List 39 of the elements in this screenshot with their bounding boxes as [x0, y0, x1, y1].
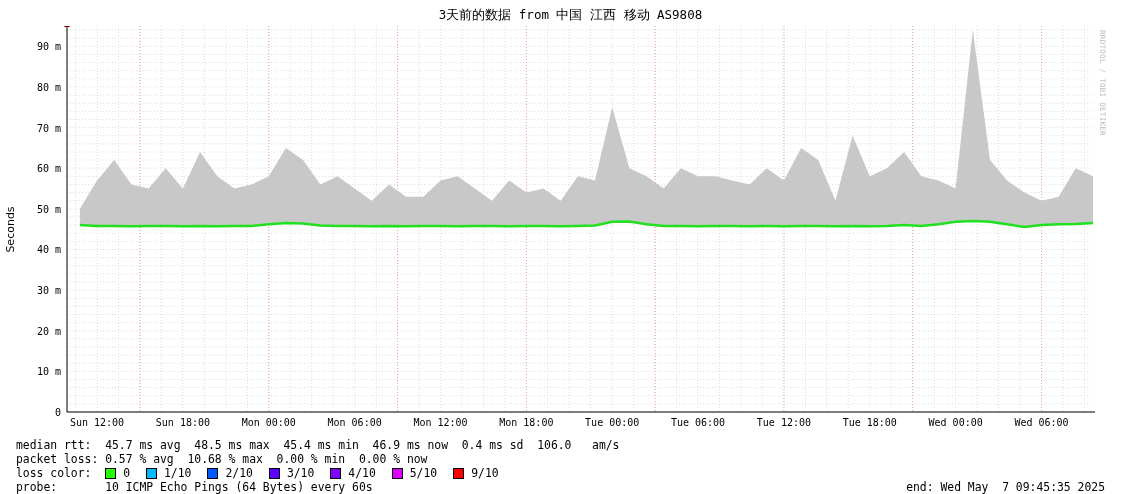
chart-title: 3天前的数据 from 中国 江西 移动 AS9808	[438, 6, 703, 24]
x-tick-label: Sun 12:00	[69, 417, 125, 428]
loss-color-label: 4/10	[348, 466, 376, 480]
y-tick-label: 10 m	[36, 366, 61, 378]
x-tick-label: Tue 12:00	[756, 417, 811, 428]
x-tick-label: Tue 18:00	[842, 417, 897, 428]
end-time: end: Wed May 7 09:45:35 2025	[906, 480, 1105, 494]
loss-color-label: 2/10	[225, 466, 253, 480]
legend-value: 45.7 ms avg 48.5 ms max 45.4 ms min 46.9 ms now 0.4 ms sd 106.0 am/s	[105, 438, 620, 452]
x-tick-label: Mon 18:00	[499, 417, 554, 428]
legend-value: 0.57 % avg 10.68 % max 0.00 % min 0.00 % now	[105, 452, 428, 466]
legend-value: 10 ICMP Echo Pings (64 Bytes) every 60s	[105, 480, 373, 494]
x-tick-label: Mon 06:00	[327, 417, 382, 428]
y-tick-label: 30 m	[36, 285, 61, 297]
y-tick-label: 60 m	[36, 163, 61, 175]
x-tick-label: Wed 00:00	[928, 417, 983, 428]
legend-label: loss color:	[16, 466, 93, 480]
y-tick-label: 80 m	[36, 81, 61, 93]
legend-label: median rtt:	[16, 438, 93, 452]
x-tick-label: Wed 06:00	[1014, 417, 1069, 428]
loss-color-label: 3/10	[286, 466, 315, 480]
legend-label: packet loss:	[16, 452, 100, 466]
y-tick-label: 90 m	[36, 41, 61, 53]
x-tick-label: Mon 12:00	[413, 417, 468, 428]
y-tick-label: 40 m	[36, 244, 61, 256]
y-tick-label: 70 m	[36, 122, 61, 134]
y-tick-label: 0	[54, 407, 61, 418]
y-tick-label: 20 m	[36, 325, 61, 337]
x-tick-label: Sun 18:00	[155, 417, 210, 428]
x-tick-label: Tue 06:00	[670, 417, 726, 428]
loss-color-label: 5/10	[409, 466, 438, 480]
y-axis-label: Seconds	[3, 205, 17, 253]
y-tick-label: 50 m	[36, 203, 61, 215]
loss-color-label: 9/10	[471, 466, 499, 480]
legend-label: probe:	[16, 480, 59, 494]
x-tick-label: Tue 00:00	[585, 417, 640, 428]
x-tick-label: Mon 00:00	[241, 417, 296, 428]
loss-color-label: 1/10	[164, 466, 192, 480]
loss-color-label: 0	[123, 466, 130, 480]
